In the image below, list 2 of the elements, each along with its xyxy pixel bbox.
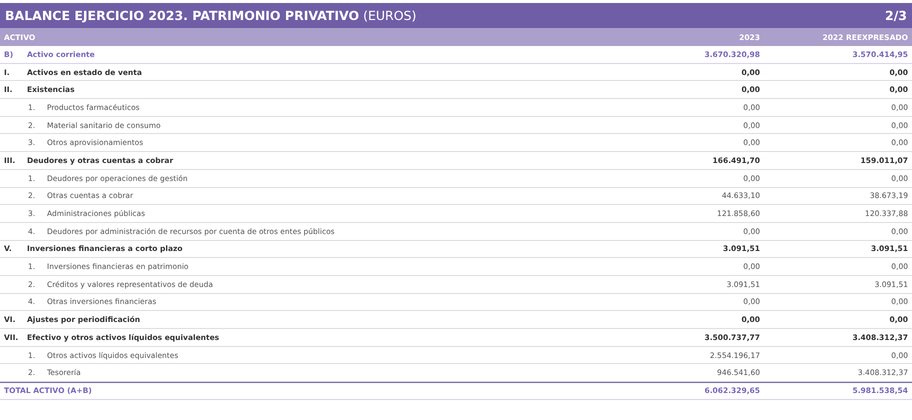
page-number: 2/3 — [885, 8, 907, 23]
report-title: BALANCE EJERCICIO 2023. PATRIMONIO PRIVATIVO (EUROS) — [5, 8, 416, 23]
